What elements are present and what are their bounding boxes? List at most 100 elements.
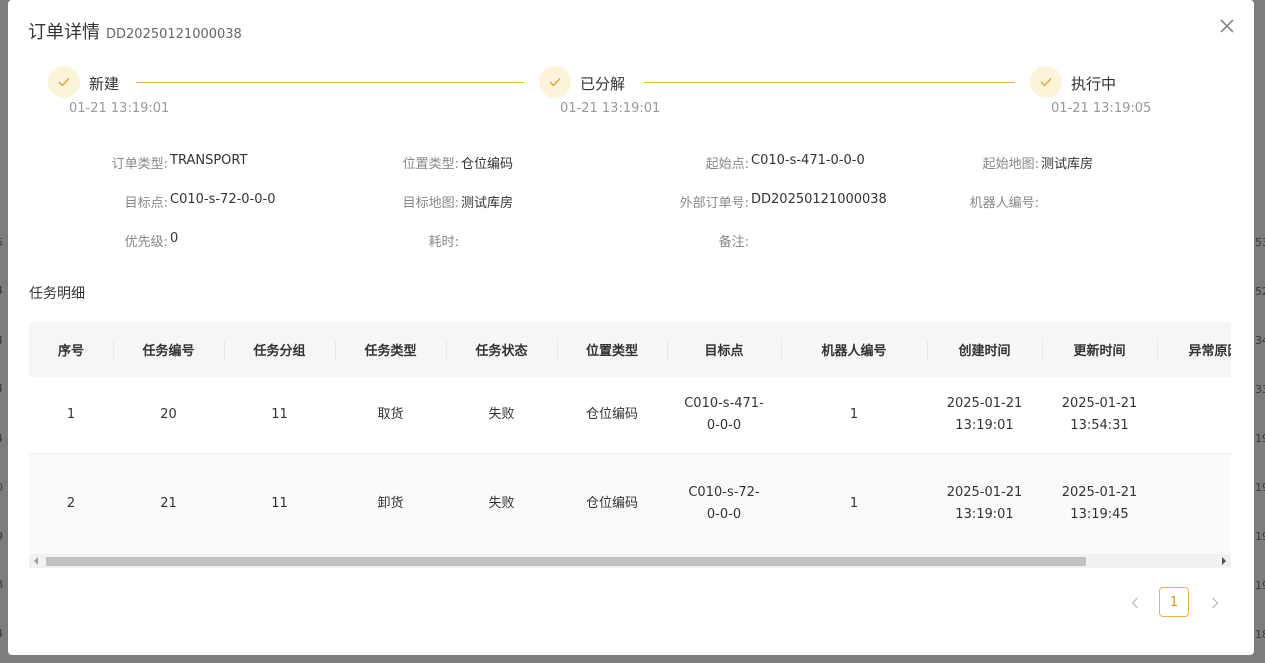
cell-type: 取货 (377, 407, 404, 422)
info-value: 测试库房 (461, 196, 514, 211)
cell-date: 2025-01-21 (946, 485, 1023, 500)
column-header: 任务状态 (475, 344, 528, 359)
info-location-type: 位置类型: 仓位编码 (403, 153, 514, 172)
column-header: 异常原因 (1188, 344, 1231, 359)
info-label: 目标点: (124, 196, 168, 211)
info-label: 目标地图: (402, 196, 459, 211)
table-header: 序号 任务编号 任务分组 任务类型 任务状态 位置类型 目标点 机器人编号 创建… (29, 322, 1231, 377)
info-label: 位置类型: (402, 157, 459, 172)
pagination-prev-button[interactable] (1122, 590, 1148, 616)
cell-target-line: C010-s-471- (684, 396, 764, 411)
info-value: TRANSPORT (170, 153, 248, 168)
column-header: 任务分组 (253, 344, 306, 359)
horizontal-scrollbar[interactable] (29, 554, 1231, 568)
task-table: 序号 任务编号 任务分组 任务类型 任务状态 位置类型 目标点 机器人编号 创建… (29, 322, 1231, 568)
bg-fragment: 5 (0, 236, 3, 249)
cell-seq: 1 (66, 407, 76, 422)
bg-fragment: 34 (1255, 334, 1265, 347)
info-label: 备注: (718, 235, 749, 250)
cell-time: 13:19:45 (1070, 507, 1129, 522)
step-3-check-icon (1030, 66, 1062, 98)
column-header: 创建时间 (958, 344, 1011, 359)
info-label: 机器人编号: (969, 196, 1039, 211)
cell-target: C010-s-72- 0-0-0 (667, 454, 781, 554)
bg-fragment: 4 (0, 432, 3, 445)
cell-robot: 1 (849, 407, 859, 422)
scroll-left-arrow-icon[interactable] (29, 554, 43, 568)
bg-fragment: 4 (0, 284, 3, 297)
info-label: 优先级: (124, 235, 168, 250)
info-label: 起始点: (705, 157, 749, 172)
cell-group: 11 (271, 496, 288, 511)
bg-fragment: 33 (1255, 383, 1265, 396)
table-row[interactable]: 1 20 11 取货 失败 仓位编码 C010-s-471- 0-0-0 1 2… (29, 377, 1231, 454)
background-page-left-edge: 5 4 4 4 4 0 9 8 4 (0, 0, 8, 663)
bg-fragment: 19 (1255, 530, 1265, 543)
cell-group: 11 (271, 407, 288, 422)
pagination-page-1[interactable]: 1 (1159, 587, 1189, 617)
bg-fragment: 19 (1255, 481, 1265, 494)
info-value: C010-s-471-0-0-0 (751, 153, 865, 168)
bg-fragment: 4 (0, 627, 3, 640)
cell-target: C010-s-471- 0-0-0 (667, 377, 781, 453)
modal-title: 订单详情 (28, 22, 100, 43)
cell-error (1157, 377, 1231, 453)
cell-created: 2025-01-21 13:19:01 (927, 377, 1042, 453)
cell-target-line: 0-0-0 (706, 418, 742, 433)
bg-fragment: 53 (1255, 236, 1265, 249)
column-header: 序号 (57, 344, 84, 359)
cell-task-no: 20 (160, 407, 177, 422)
cell-date: 2025-01-21 (946, 396, 1023, 411)
info-priority: 优先级: 0 (125, 231, 179, 250)
cell-status: 失败 (488, 496, 515, 511)
step-1-check-icon (48, 66, 80, 98)
cell-task-no: 21 (160, 496, 177, 511)
bg-fragment: 8 (0, 578, 3, 591)
modal-header: 订单详情 DD20250121000038 (28, 18, 242, 44)
step-1-label: 新建 (89, 75, 120, 93)
info-value: 测试库房 (1041, 157, 1094, 172)
pagination-next-button[interactable] (1202, 590, 1228, 616)
cell-location-type: 仓位编码 (585, 496, 638, 511)
close-button[interactable] (1218, 17, 1236, 35)
cell-updated: 2025-01-21 13:54:31 (1042, 377, 1157, 453)
column-header: 机器人编号 (821, 344, 887, 359)
info-value: 0 (170, 231, 179, 246)
info-label: 耗时: (428, 235, 459, 250)
column-header: 目标点 (704, 344, 744, 359)
info-label: 订单类型: (111, 157, 168, 172)
info-value: 仓位编码 (461, 157, 514, 172)
chevron-left-icon (1131, 597, 1138, 609)
bg-fragment: 9 (0, 530, 3, 543)
step-2-check-icon (539, 66, 571, 98)
cell-status: 失败 (488, 407, 515, 422)
bg-fragment: 0 (0, 481, 3, 494)
info-value: DD20250121000038 (751, 192, 887, 207)
info-label: 起始地图: (982, 157, 1039, 172)
info-target-point: 目标点: C010-s-72-0-0-0 (125, 192, 276, 211)
info-start-point: 起始点: C010-s-471-0-0-0 (706, 153, 865, 172)
info-order-type: 订单类型: TRANSPORT (112, 153, 248, 172)
step-connector (644, 82, 1015, 83)
bg-fragment: 4 (0, 334, 3, 347)
cell-updated: 2025-01-21 13:19:45 (1042, 454, 1157, 554)
order-number: DD20250121000038 (106, 27, 242, 42)
bg-fragment: 52 (1255, 285, 1265, 298)
order-detail-modal: 订单详情 DD20250121000038 新建 01-21 13:19:01 … (8, 0, 1254, 655)
scroll-right-arrow-icon[interactable] (1217, 554, 1231, 568)
cell-date: 2025-01-21 (1061, 485, 1138, 500)
table-row[interactable]: 2 21 11 卸货 失败 仓位编码 C010-s-72- 0-0-0 1 20… (29, 454, 1231, 554)
scroll-thumb[interactable] (46, 557, 1086, 566)
task-section-title: 任务明细 (29, 286, 85, 302)
cell-time: 13:54:31 (1070, 418, 1129, 433)
cell-type: 卸货 (377, 496, 404, 511)
step-3-label: 执行中 (1071, 75, 1117, 93)
cell-target-line: C010-s-72- (688, 485, 760, 500)
bg-fragment: 19 (1255, 579, 1265, 592)
cell-target-line: 0-0-0 (706, 507, 742, 522)
step-3-time: 01-21 13:19:05 (1051, 101, 1152, 116)
info-label: 外部订单号: (679, 196, 749, 211)
column-header: 更新时间 (1073, 344, 1126, 359)
cell-error (1157, 454, 1231, 554)
column-header: 任务编号 (142, 344, 195, 359)
